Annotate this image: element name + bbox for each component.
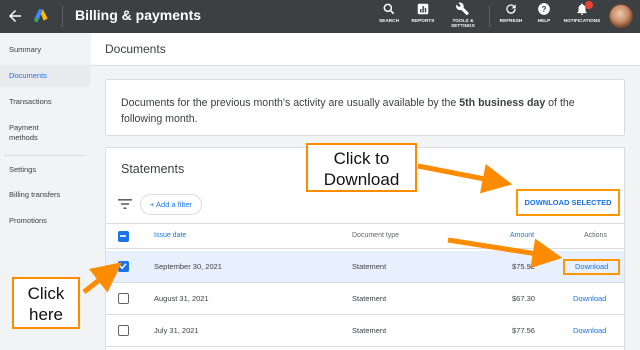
info-text-prefix: Documents for the previous month's activ…: [121, 97, 460, 109]
sidebar-item-payment-methods[interactable]: Payment methods: [0, 123, 60, 145]
table-row: August 31, 2021 Statement $67.30 Downloa…: [106, 283, 624, 315]
sidebar-item-settings[interactable]: Settings: [0, 165, 90, 177]
notifications-label: NOTIFICATIONS: [563, 18, 601, 23]
table-row: September 30, 2021 Statement $75.92 Down…: [106, 251, 624, 283]
amount-cell: $77.56: [512, 326, 535, 335]
refresh-icon: [506, 4, 516, 14]
sidebar-item-billing-transfers[interactable]: Billing transfers: [0, 190, 90, 202]
account-avatar[interactable]: [609, 4, 633, 28]
issue-date-cell: September 30, 2021: [154, 262, 222, 271]
amount-cell: $67.30: [512, 294, 535, 303]
sidebar-item-summary[interactable]: Summary: [0, 45, 90, 57]
callout-line-2: Download: [323, 170, 400, 189]
section-heading: Documents: [105, 42, 166, 56]
search-icon: [383, 3, 395, 15]
wrench-icon: [456, 2, 469, 16]
sidebar-item-transactions[interactable]: Transactions: [0, 97, 90, 109]
row-checkbox[interactable]: [118, 261, 129, 272]
sidebar-item-promotions[interactable]: Promotions: [0, 216, 90, 228]
minus-icon: [120, 235, 126, 237]
column-header-actions: Actions: [584, 232, 607, 239]
notifications-button[interactable]: NOTIFICATIONS: [557, 1, 607, 33]
table-header: Issue date Document type Amount Actions: [106, 223, 624, 249]
sidebar-item-documents[interactable]: Documents: [0, 65, 90, 87]
check-icon: [119, 263, 127, 270]
table-row: July 31, 2021 Statement $77.56 Download: [106, 315, 624, 347]
column-header-amount[interactable]: Amount: [510, 232, 534, 239]
help-icon: ?: [538, 3, 550, 15]
google-ads-logo-icon: [34, 9, 48, 23]
sidebar-divider: [4, 155, 86, 156]
info-card: Documents for the previous month's activ…: [105, 79, 625, 136]
callout-line-1: Click to: [333, 149, 390, 168]
issue-date-cell: August 31, 2021: [154, 294, 209, 303]
download-link[interactable]: Download: [573, 294, 606, 303]
notification-badge: [585, 1, 593, 9]
click-here-callout: Click here: [12, 277, 80, 329]
download-selected-button[interactable]: DOWNLOAD SELECTED: [516, 189, 620, 216]
statements-title: Statements: [121, 162, 185, 176]
document-type-cell: Statement: [352, 294, 387, 303]
tools-settings-button[interactable]: TOOLS & SETTINGS: [438, 2, 488, 33]
filter-icon[interactable]: [118, 199, 132, 209]
column-header-issue-date[interactable]: Issue date: [154, 232, 186, 239]
main-header: Documents: [91, 33, 640, 66]
document-type-cell: Statement: [352, 262, 387, 271]
svg-text:?: ?: [542, 5, 547, 14]
click-to-download-callout: Click to Download: [306, 143, 417, 192]
top-app-bar: Billing & payments SEARCH REPORTS TOOLS …: [0, 0, 640, 33]
amount-cell: $75.92: [512, 262, 535, 271]
document-type-cell: Statement: [352, 326, 387, 335]
column-header-document-type: Document type: [352, 232, 400, 239]
callout-line-2: here: [28, 305, 64, 324]
page-title: Billing & payments: [75, 7, 202, 23]
info-text: Documents for the previous month's activ…: [121, 95, 611, 127]
title-divider: [62, 6, 63, 27]
select-all-checkbox[interactable]: [118, 231, 129, 242]
download-link[interactable]: Download: [573, 326, 606, 335]
callout-line-1: Click: [27, 284, 65, 303]
reports-icon: [417, 3, 429, 15]
row-checkbox[interactable]: [118, 293, 129, 304]
row-checkbox[interactable]: [118, 325, 129, 336]
info-text-bold: 5th business day: [459, 97, 546, 109]
issue-date-cell: July 31, 2021: [154, 326, 199, 335]
tools-settings-label: TOOLS & SETTINGS: [451, 18, 475, 28]
back-arrow-icon[interactable]: [6, 7, 24, 25]
download-highlight-box: [563, 259, 620, 275]
add-filter-button[interactable]: + Add a filter: [140, 194, 202, 215]
